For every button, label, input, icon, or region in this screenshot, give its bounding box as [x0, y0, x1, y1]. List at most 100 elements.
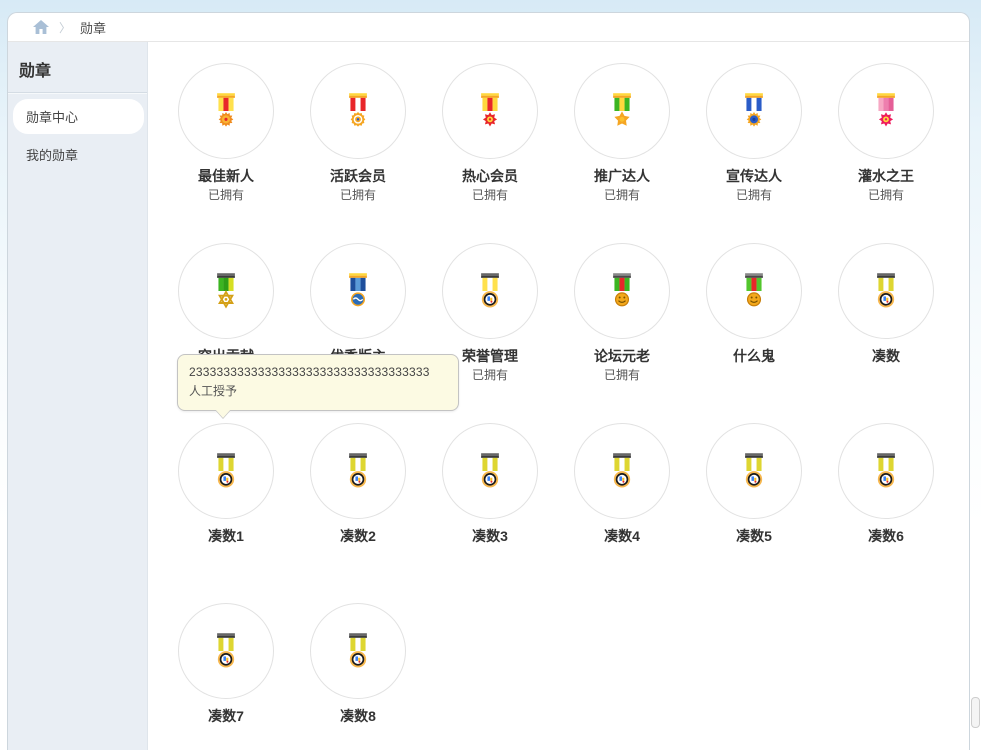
medal-excellent-moderator-icon: [349, 273, 367, 307]
medal-forum-veteran-icon: [613, 273, 631, 307]
badge-name: 凑数6: [868, 528, 904, 544]
badge-circle[interactable]: [442, 243, 538, 339]
breadcrumb-current: 勋章: [80, 20, 107, 36]
badge-status: [820, 547, 952, 564]
badge-card: 宣传达人 已拥有: [688, 63, 820, 243]
badge-card: 热心会员 已拥有: [424, 63, 556, 243]
badge-card: 推广达人 已拥有: [556, 63, 688, 243]
badge-name: 凑数3: [472, 528, 508, 544]
badge-status: [556, 547, 688, 564]
sidebar: 勋章 勋章中心 我的勋章: [8, 42, 148, 750]
sidebar-item-my-medals[interactable]: 我的勋章: [13, 137, 144, 172]
badge-name: 凑数5: [736, 528, 772, 544]
badge-status: 已拥有: [207, 188, 244, 202]
badge-status: 已拥有: [867, 188, 904, 202]
badge-circle[interactable]: [574, 63, 670, 159]
badge-card: 凑数3: [424, 423, 556, 603]
tooltip-arrow-inner-icon: [215, 409, 231, 418]
badge-circle[interactable]: [310, 423, 406, 519]
badge-card: 活跃会员 已拥有: [292, 63, 424, 243]
badge-circle[interactable]: [178, 243, 274, 339]
badge-status: [160, 547, 292, 564]
medal-honor-admin-icon: [481, 273, 499, 308]
badge-circle[interactable]: [442, 63, 538, 159]
badge-name: 凑数: [872, 348, 900, 364]
badge-circle[interactable]: [706, 63, 802, 159]
badge-name: 凑数2: [340, 528, 376, 544]
medal-filler-icon: [481, 453, 499, 488]
sidebar-title: 勋章: [19, 63, 52, 80]
medal-active-member-icon: [349, 93, 367, 127]
medal-publicity-expert-icon: [745, 93, 763, 127]
vertical-scrollbar-thumb[interactable]: [971, 697, 980, 728]
home-icon[interactable]: [33, 19, 49, 35]
medal-flood-king-icon: [877, 93, 895, 127]
tooltip: 23333333333333333333333333333333333 人工授予: [177, 354, 459, 419]
badge-circle[interactable]: [838, 423, 934, 519]
tooltip-description: 23333333333333333333333333333333333: [189, 365, 430, 379]
badge-name: 凑数8: [340, 708, 376, 724]
badge-card: 凑数7: [160, 603, 292, 750]
medal-filler-icon: [217, 633, 235, 668]
badge-card: 什么鬼: [688, 243, 820, 423]
badge-status: 已拥有: [603, 368, 640, 382]
badge-name: 凑数4: [604, 528, 640, 544]
badge-circle[interactable]: [178, 423, 274, 519]
medal-promotion-expert-icon: [613, 93, 631, 126]
medal-smiley-icon: [745, 273, 763, 307]
badge-circle[interactable]: [838, 63, 934, 159]
badge-name: 什么鬼: [733, 348, 775, 364]
breadcrumb-separator-icon: 〉: [59, 20, 72, 35]
badge-circle[interactable]: [178, 603, 274, 699]
badge-status: [160, 727, 292, 744]
badge-circle[interactable]: [574, 423, 670, 519]
badge-circle[interactable]: [838, 243, 934, 339]
badge-circle[interactable]: [706, 243, 802, 339]
badge-name: 论坛元老: [594, 348, 650, 364]
badge-name: 活跃会员: [330, 168, 386, 184]
medal-center-page: 〉 勋章 勋章 勋章中心 我的勋章 最佳新人 已拥有 活跃会员 已拥有 热心会员…: [0, 0, 981, 750]
content-container: 〉 勋章 勋章 勋章中心 我的勋章 最佳新人 已拥有 活跃会员 已拥有 热心会员…: [7, 12, 970, 750]
badge-status: [820, 367, 952, 384]
badge-circle[interactable]: [442, 423, 538, 519]
badge-card: 凑数8: [292, 603, 424, 750]
sidebar-menu: 勋章中心 我的勋章: [8, 99, 147, 172]
badge-name: 推广达人: [594, 168, 650, 184]
badge-circle[interactable]: [574, 243, 670, 339]
tooltip-grant-type: 人工授予: [189, 384, 238, 398]
medal-filler-icon: [877, 453, 895, 488]
badge-status: [688, 367, 820, 384]
medal-filler-icon: [745, 453, 763, 488]
sidebar-divider: [8, 92, 147, 94]
badge-card: 凑数5: [688, 423, 820, 603]
badge-card: 最佳新人 已拥有: [160, 63, 292, 243]
badge-status: 已拥有: [603, 188, 640, 202]
badge-status: [424, 547, 556, 564]
badge-status: 已拥有: [735, 188, 772, 202]
badge-card: 凑数2: [292, 423, 424, 603]
badge-status: [292, 727, 424, 744]
medal-filler-icon: [877, 273, 895, 308]
badge-card: 凑数1: [160, 423, 292, 603]
badge-circle[interactable]: [310, 603, 406, 699]
badge-status: 已拥有: [471, 188, 508, 202]
sidebar-item-medal-center[interactable]: 勋章中心: [13, 99, 144, 134]
badge-name: 宣传达人: [726, 168, 782, 184]
medal-filler-icon: [613, 453, 631, 488]
badge-circle[interactable]: [310, 243, 406, 339]
breadcrumb: 〉 勋章: [8, 13, 969, 42]
badge-name: 凑数1: [208, 528, 244, 544]
medal-outstanding-contribution-icon: [217, 273, 235, 309]
badge-name: 热心会员: [462, 168, 518, 184]
badge-circle[interactable]: [178, 63, 274, 159]
medal-filler-icon: [349, 633, 367, 668]
badge-circle[interactable]: [310, 63, 406, 159]
badge-card: 论坛元老 已拥有: [556, 243, 688, 423]
badge-status: [688, 547, 820, 564]
content-body: 勋章 勋章中心 我的勋章 最佳新人 已拥有 活跃会员 已拥有 热心会员 已拥有 …: [8, 42, 969, 750]
medal-filler-icon: [349, 453, 367, 488]
badge-circle[interactable]: [706, 423, 802, 519]
badge-card: 凑数: [820, 243, 952, 423]
badge-status: [292, 547, 424, 564]
badge-card: 凑数4: [556, 423, 688, 603]
